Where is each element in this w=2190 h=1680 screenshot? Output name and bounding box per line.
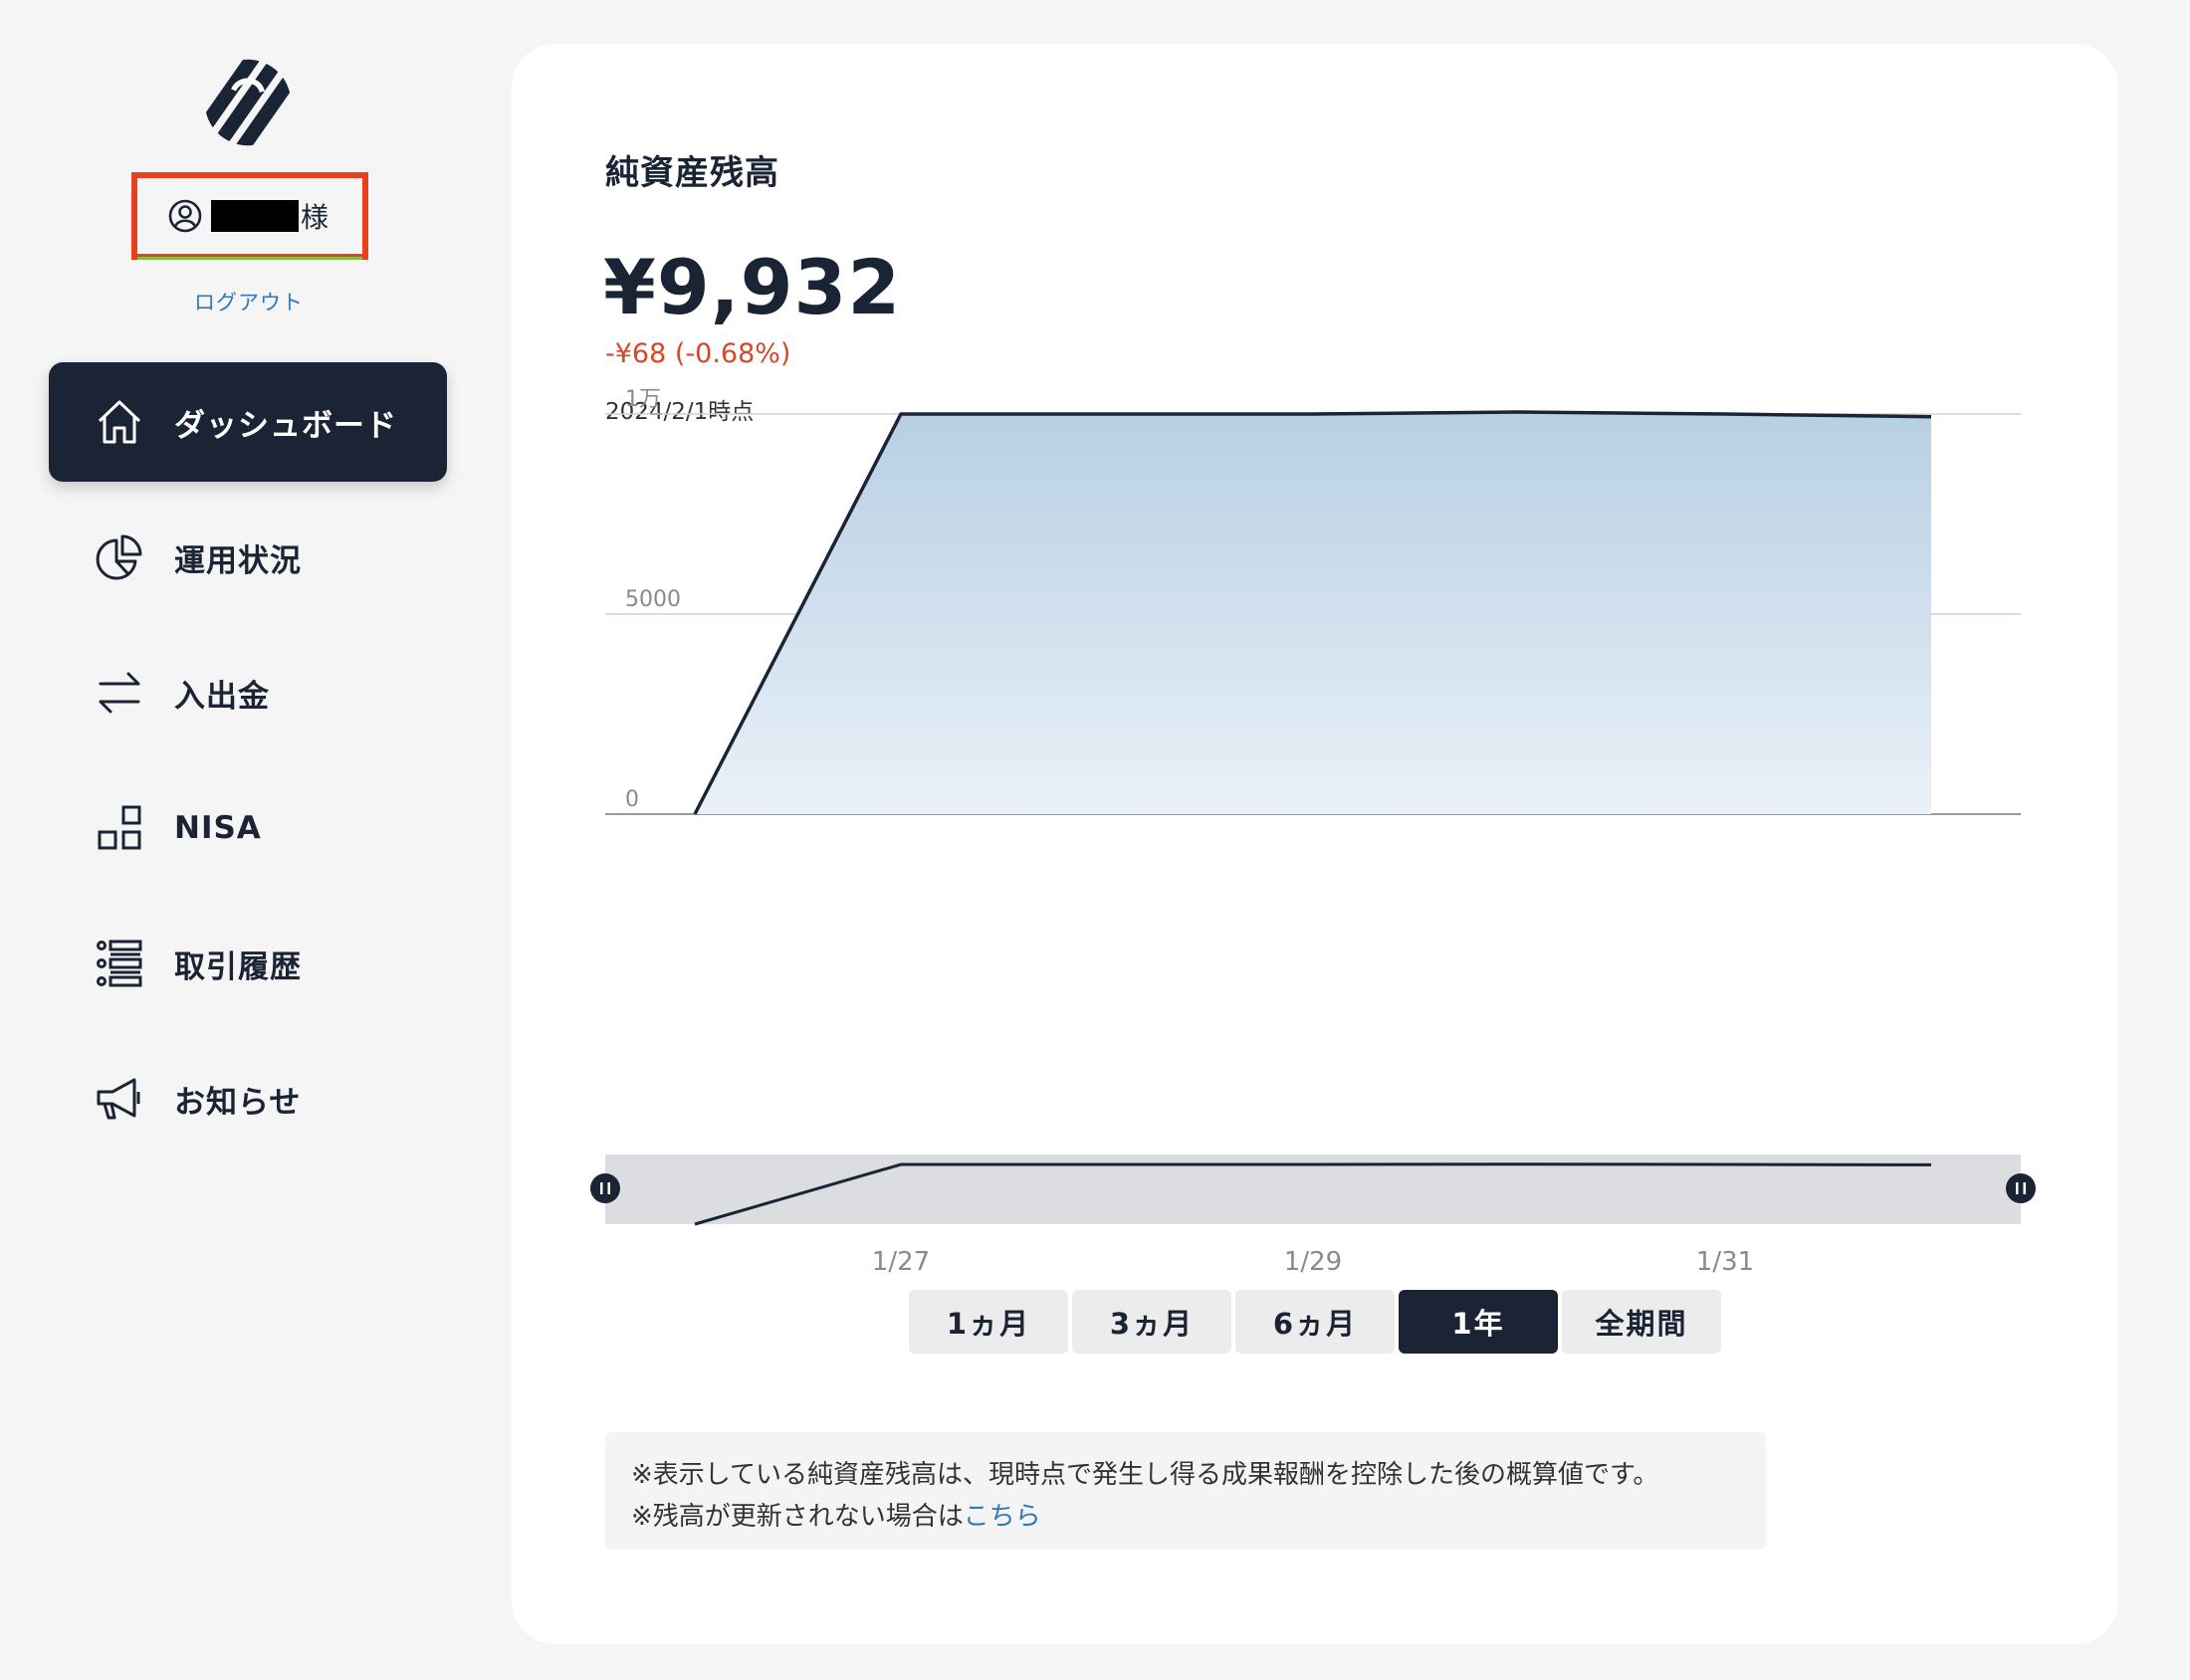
user-name-box[interactable]: 様 <box>131 172 368 260</box>
net-assets-chart: 0 5000 1万 1/27 1/29 1/31 <box>590 387 2036 1277</box>
sidebar: 様 ログアウト ダッシュボード 運用状況 入出金 NISA 取引履歴 お知らせ <box>0 0 498 1680</box>
chart-x-tick-label: 1/29 <box>1284 1247 1342 1277</box>
sidebar-item-label: 入出金 <box>174 678 270 715</box>
refresh-help-link[interactable]: こちら <box>964 1502 1041 1532</box>
sidebar-item-label: 運用状況 <box>174 542 302 579</box>
range-handle-left[interactable] <box>590 1173 620 1203</box>
sidebar-item-dashboard[interactable]: ダッシュボード <box>49 362 447 482</box>
user-circle-icon <box>167 198 203 234</box>
notice-line-1: ※表示している純資産残高は、現時点で発生し得る成果報酬を控除した後の概算値です。 <box>631 1460 1659 1490</box>
notice-line-2: ※残高が更新されない場合はこちら <box>631 1496 1740 1538</box>
brand-logo <box>204 59 292 146</box>
sidebar-item-deposit-withdrawal[interactable]: 入出金 <box>49 633 447 752</box>
chart-x-tick-label: 1/27 <box>872 1247 930 1277</box>
range-1-month-button[interactable]: 1ヵ月 <box>909 1290 1068 1354</box>
range-1-year-button[interactable]: 1年 <box>1399 1290 1558 1354</box>
sidebar-item-label: お知らせ <box>174 1084 302 1121</box>
blocks-icon <box>95 803 144 853</box>
range-3-months-button[interactable]: 3ヵ月 <box>1072 1290 1231 1354</box>
notice-box: ※表示している純資産残高は、現時点で発生し得る成果報酬を控除した後の概算値です。… <box>605 1432 1766 1550</box>
transfer-arrows-icon <box>95 668 144 718</box>
redacted-user-name <box>211 200 299 232</box>
period-selector: 1ヵ月 3ヵ月 6ヵ月 1年 全期間 <box>909 1290 1725 1354</box>
chart-y-tick-label: 5000 <box>625 587 681 612</box>
chart-x-tick-label: 1/31 <box>1696 1247 1754 1277</box>
user-honorific: 様 <box>301 201 329 234</box>
logout-link[interactable]: ログアウト <box>0 287 498 316</box>
net-assets-card: 純資産残高 ¥9,932 -¥68 (-0.68%) 2024/2/1時点 05… <box>512 44 2118 1644</box>
sidebar-item-history[interactable]: 取引履歴 <box>49 904 447 1023</box>
sidebar-item-label: ダッシュボード <box>174 407 397 444</box>
list-icon <box>95 939 144 988</box>
pie-chart-icon <box>95 532 144 582</box>
notice-line-2-text: ※残高が更新されない場合は <box>631 1502 964 1532</box>
sidebar-nav: ダッシュボード 運用状況 入出金 NISA 取引履歴 お知らせ <box>49 362 447 1174</box>
megaphone-icon <box>95 1074 144 1124</box>
sidebar-item-label: NISA <box>174 810 262 846</box>
chart-y-tick-label: 0 <box>625 787 639 812</box>
sidebar-item-nisa[interactable]: NISA <box>49 768 447 888</box>
home-icon <box>95 397 144 447</box>
range-6-months-button[interactable]: 6ヵ月 <box>1235 1290 1395 1354</box>
sidebar-item-label: 取引履歴 <box>174 948 302 985</box>
chart-area-fill <box>695 411 1931 814</box>
sidebar-item-performance[interactable]: 運用状況 <box>49 498 447 617</box>
chart-y-tick-label: 1万 <box>625 387 661 412</box>
range-handle-right[interactable] <box>2006 1173 2036 1203</box>
range-all-button[interactable]: 全期間 <box>1562 1290 1721 1354</box>
sidebar-item-news[interactable]: お知らせ <box>49 1039 447 1158</box>
